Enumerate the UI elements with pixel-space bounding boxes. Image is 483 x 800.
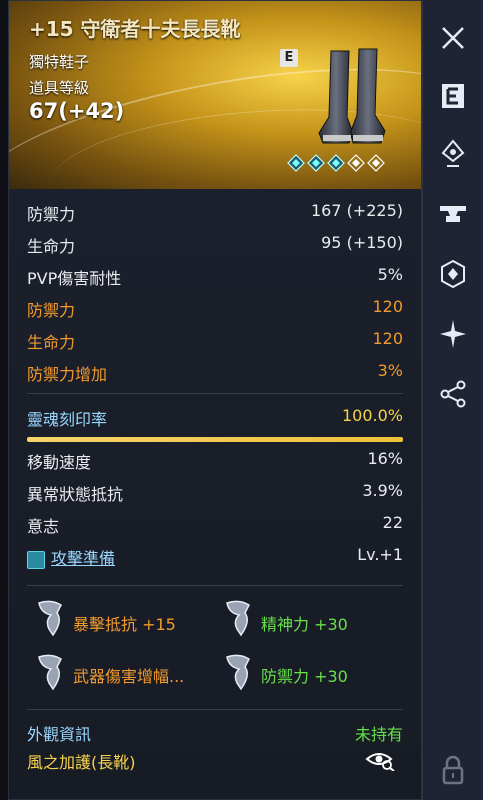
bonus-stat-row: 防禦力增加 3%: [27, 361, 403, 384]
stat-row: 意志 22: [27, 513, 403, 536]
soul-imprint-row: 靈魂刻印率 100.0%: [27, 406, 403, 429]
skill-link[interactable]: 攻擊準備: [51, 549, 115, 568]
bonus-stat-row: 防禦力 120: [27, 297, 403, 320]
pin-icon: [441, 139, 465, 167]
lock-button[interactable]: [435, 752, 471, 788]
boots-image: [318, 48, 386, 144]
appearance-item-row: 風之加護(長靴): [27, 753, 136, 772]
rune-icon: [38, 654, 62, 691]
stat-row: 移動速度 16%: [27, 449, 403, 472]
divider: [27, 393, 403, 394]
enchant-gems: [287, 154, 385, 172]
rune-bonus: 防禦力 +30: [261, 667, 348, 686]
rune-bonus: 精神力 +30: [261, 615, 348, 634]
item-level-label: 道具等級: [29, 79, 90, 97]
appearance-row: 外觀資訊 未持有: [27, 725, 403, 744]
share-button[interactable]: [435, 376, 471, 412]
preview-eye-icon[interactable]: [365, 749, 395, 771]
gem-filled-icon: [307, 154, 325, 172]
rune-bonus: 暴擊抵抗 +15: [73, 615, 176, 634]
close-button[interactable]: [435, 20, 471, 56]
item-grade: 獨特鞋子: [29, 53, 90, 71]
share-icon: [440, 380, 466, 408]
e-icon: [442, 84, 464, 108]
skill-row: 攻擊準備 Lv.+1: [27, 545, 403, 573]
gem-button[interactable]: [435, 256, 471, 292]
divider: [27, 709, 403, 710]
tooltip-sidebar: [422, 0, 483, 800]
stat-row: 生命力 95 (+150): [27, 233, 403, 256]
rune-icon: [226, 654, 250, 691]
gem-filled-icon: [287, 154, 305, 172]
rune-icon: [226, 600, 250, 637]
anvil-button[interactable]: [435, 196, 471, 232]
soul-imprint-bar: [27, 437, 403, 442]
anvil-icon: [440, 206, 466, 222]
stat-row: 防禦力 167 (+225): [27, 201, 403, 224]
gem-empty-icon: [347, 154, 365, 172]
bonus-stat-row: 生命力 120: [27, 329, 403, 352]
item-name: +15 守衛者十夫長長靴: [29, 17, 241, 41]
gem-icon: [441, 259, 465, 289]
item-header: +15 守衛者十夫長長靴 獨特鞋子 道具等級 67(+42) E: [9, 1, 421, 189]
close-icon: [442, 27, 464, 49]
engrave-badge: E: [280, 49, 298, 67]
pin-button[interactable]: [435, 136, 471, 172]
item-tooltip-panel: +15 守衛者十夫長長靴 獨特鞋子 道具等級 67(+42) E 防禦力 167 …: [8, 0, 422, 800]
star-button[interactable]: [435, 316, 471, 352]
engrave-button[interactable]: [435, 78, 471, 114]
stat-row: 異常狀態抵抗 3.9%: [27, 481, 403, 504]
rune-icon: [38, 600, 62, 637]
divider: [27, 585, 403, 586]
rune-bonus: 武器傷害增幅...: [73, 667, 185, 686]
lock-icon: [442, 755, 464, 785]
stat-row: PVP傷害耐性 5%: [27, 265, 403, 288]
skill-icon: [27, 550, 45, 569]
item-level-value: 67(+42): [29, 99, 125, 123]
star-icon: [440, 320, 466, 348]
gem-filled-icon: [327, 154, 345, 172]
gem-empty-icon: [367, 154, 385, 172]
